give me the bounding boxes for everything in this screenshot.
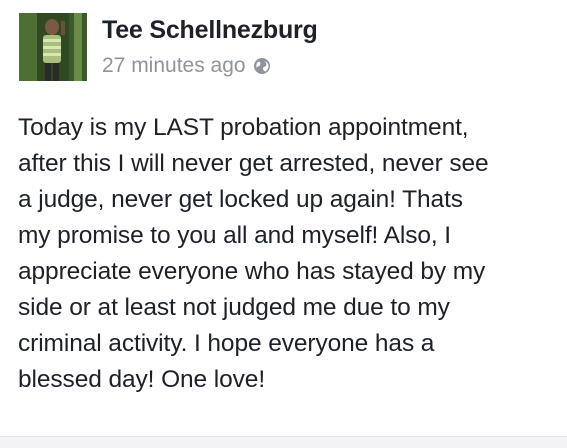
post-divider (0, 436, 567, 448)
avatar-photo (19, 13, 87, 81)
post-body-text: Today is my LAST probation appointment, … (18, 114, 489, 393)
post-meta: 27 minutes ago (102, 54, 271, 78)
author-name[interactable]: Tee Schellnezburg (102, 16, 318, 45)
post-card: Tee Schellnezburg 27 minutes ago Today i… (0, 0, 567, 436)
avatar[interactable] (19, 13, 87, 81)
timestamp[interactable]: 27 minutes ago (102, 54, 246, 78)
globe-icon (253, 57, 271, 75)
